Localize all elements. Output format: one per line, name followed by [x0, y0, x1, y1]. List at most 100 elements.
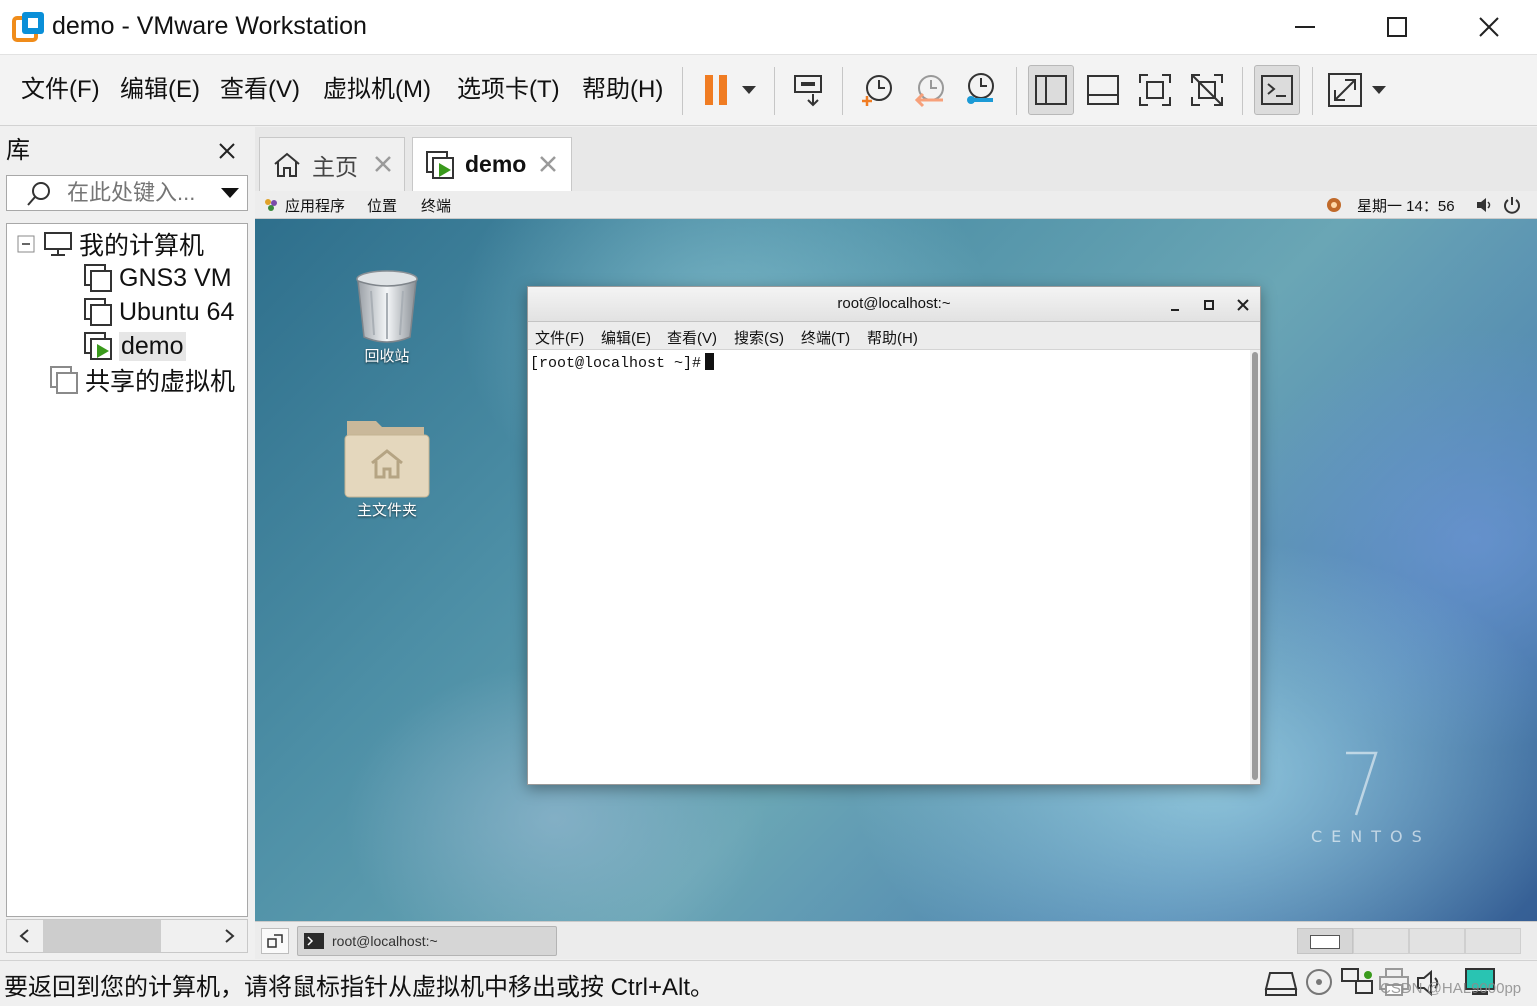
show-desktop-icon	[267, 934, 283, 948]
status-message: 要返回到您的计算机，请将鼠标指针从虚拟机中移出或按 Ctrl+Alt。	[4, 974, 715, 1001]
take-snapshot-button[interactable]	[854, 65, 900, 115]
toolbar-separator	[682, 67, 683, 115]
vm-icon	[84, 298, 112, 326]
workspace-4[interactable]	[1465, 928, 1521, 954]
stretch-view-button[interactable]	[1322, 65, 1368, 115]
tree-node-vm-selected[interactable]: demo	[83, 330, 186, 362]
power-dropdown-button[interactable]	[733, 65, 765, 115]
revert-snapshot-button[interactable]	[906, 65, 952, 115]
vm-running-icon	[426, 150, 454, 179]
chevron-right-icon[interactable]	[223, 928, 237, 944]
guest-menu-places[interactable]: 位置	[367, 195, 397, 216]
toolbar-separator	[774, 67, 775, 115]
snapshot-manager-button[interactable]	[958, 65, 1004, 115]
toolbar-separator	[1016, 67, 1017, 115]
terminal-menu-file[interactable]: 文件(F)	[535, 327, 584, 348]
guest-menu-terminal[interactable]: 终端	[421, 195, 451, 216]
console-view-icon	[1261, 75, 1293, 105]
tree-node-vm[interactable]: GNS3 VM	[83, 262, 232, 294]
workspace-3[interactable]	[1409, 928, 1465, 954]
chevron-left-icon[interactable]	[17, 928, 31, 944]
guest-menu-applications[interactable]: 应用程序	[285, 195, 345, 216]
maximize-button[interactable]	[1351, 0, 1443, 54]
shared-vm-icon	[50, 366, 78, 394]
menu-vm[interactable]: 虚拟机(M)	[323, 75, 431, 105]
stretch-dropdown-button[interactable]	[1364, 65, 1394, 115]
terminal-menu-terminal[interactable]: 终端(T)	[801, 327, 850, 348]
library-horizontal-scrollbar[interactable]	[6, 919, 248, 953]
taskbar-task-terminal[interactable]: root@localhost:~	[297, 926, 557, 956]
guest-clock[interactable]: 星期一 14：56	[1357, 195, 1455, 216]
tree-node-vm[interactable]: Ubuntu 64	[83, 296, 234, 328]
menu-view[interactable]: 查看(V)	[220, 75, 300, 105]
close-icon[interactable]	[372, 153, 394, 175]
snapshot-revert-icon	[914, 75, 944, 108]
cd-dvd-icon[interactable]	[1304, 967, 1334, 997]
desktop-icon-home-folder[interactable]: 主文件夹	[327, 415, 447, 520]
send-ctrl-alt-del-button[interactable]	[786, 65, 832, 115]
minimize-icon[interactable]	[1168, 299, 1182, 313]
volume-icon[interactable]	[1475, 196, 1493, 214]
terminal-window[interactable]: root@localhost:~ 文件(F) 编辑(E) 查看(V) 搜索(S)…	[527, 286, 1261, 785]
library-search-input[interactable]	[67, 178, 217, 208]
terminal-scrollbar[interactable]	[1250, 350, 1260, 784]
terminal-menu-search[interactable]: 搜索(S)	[734, 327, 784, 348]
stretch-view-icon	[1328, 73, 1362, 107]
search-icon	[25, 180, 53, 208]
guest-desktop[interactable]: 回收站 主文件夹 CENTOS root@localhost:~ 文件(F) 编…	[255, 219, 1537, 921]
show-desktop-button[interactable]	[261, 928, 289, 954]
library-close-icon[interactable]	[214, 138, 240, 164]
power-icon[interactable]	[1503, 196, 1521, 214]
scrollbar-thumb[interactable]	[1252, 352, 1258, 780]
thumbnail-bar-icon	[1087, 75, 1119, 105]
collapse-icon[interactable]	[17, 235, 35, 253]
menu-tabs[interactable]: 选项卡(T)	[457, 75, 560, 105]
terminal-icon	[304, 933, 324, 949]
close-button[interactable]	[1443, 0, 1535, 54]
terminal-title: root@localhost:~	[837, 295, 951, 312]
desktop-icon-trash[interactable]: 回收站	[327, 269, 447, 366]
user-status-icon[interactable]	[1326, 197, 1342, 213]
chevron-down-icon[interactable]	[220, 187, 240, 199]
console-view-button[interactable]	[1254, 65, 1300, 115]
terminal-menu-help[interactable]: 帮助(H)	[867, 327, 918, 348]
terminal-cursor	[705, 353, 715, 370]
menu-help[interactable]: 帮助(H)	[582, 75, 663, 105]
workspace-window-thumbnail	[1310, 935, 1340, 949]
tree-node-shared-vms[interactable]: 共享的虚拟机	[49, 364, 235, 396]
show-library-button[interactable]	[1028, 65, 1074, 115]
hard-disk-icon[interactable]	[1264, 969, 1298, 997]
vm-running-icon	[84, 332, 112, 360]
window-title: demo - VMware Workstation	[52, 12, 367, 40]
terminal-prompt-text: [root@localhost ~]#	[530, 355, 702, 372]
tree-label: 共享的虚拟机	[85, 368, 236, 396]
library-panel: 库 我的计算机 GNS3 VM Ubuntu 64 demo	[0, 127, 252, 960]
library-title: 库	[6, 137, 30, 164]
menu-edit[interactable]: 编辑(E)	[120, 75, 200, 105]
terminal-body[interactable]: [root@localhost ~]#	[528, 350, 1250, 784]
minimize-button[interactable]	[1259, 0, 1351, 54]
terminal-menu-edit[interactable]: 编辑(E)	[601, 327, 651, 348]
thumbnail-bar-button[interactable]	[1080, 65, 1126, 115]
unity-button[interactable]	[1184, 65, 1230, 115]
centos-brand-text: CENTOS	[1311, 827, 1431, 846]
scrollbar-thumb[interactable]	[43, 920, 161, 952]
library-search-box[interactable]	[6, 175, 248, 211]
workspace-2[interactable]	[1353, 928, 1409, 954]
pause-icon	[705, 75, 727, 105]
tree-node-my-computer[interactable]: 我的计算机	[17, 228, 204, 260]
terminal-title-bar[interactable]: root@localhost:~	[528, 287, 1260, 322]
close-icon[interactable]	[537, 153, 559, 175]
network-adapter-icon[interactable]	[1340, 967, 1374, 997]
tab-demo[interactable]: demo	[412, 137, 572, 191]
library-tree: 我的计算机 GNS3 VM Ubuntu 64 demo 共享的虚拟机	[6, 223, 248, 917]
maximize-icon[interactable]	[1202, 298, 1216, 312]
menu-file[interactable]: 文件(F)	[21, 75, 100, 105]
full-screen-button[interactable]	[1132, 65, 1178, 115]
desktop-icon-label: 主文件夹	[356, 502, 417, 519]
tab-strip: 主页 demo	[255, 127, 1537, 191]
close-icon[interactable]	[1236, 298, 1250, 312]
terminal-menu-view[interactable]: 查看(V)	[667, 327, 717, 348]
tab-home[interactable]: 主页	[259, 137, 405, 191]
workspace-1[interactable]	[1297, 928, 1353, 954]
